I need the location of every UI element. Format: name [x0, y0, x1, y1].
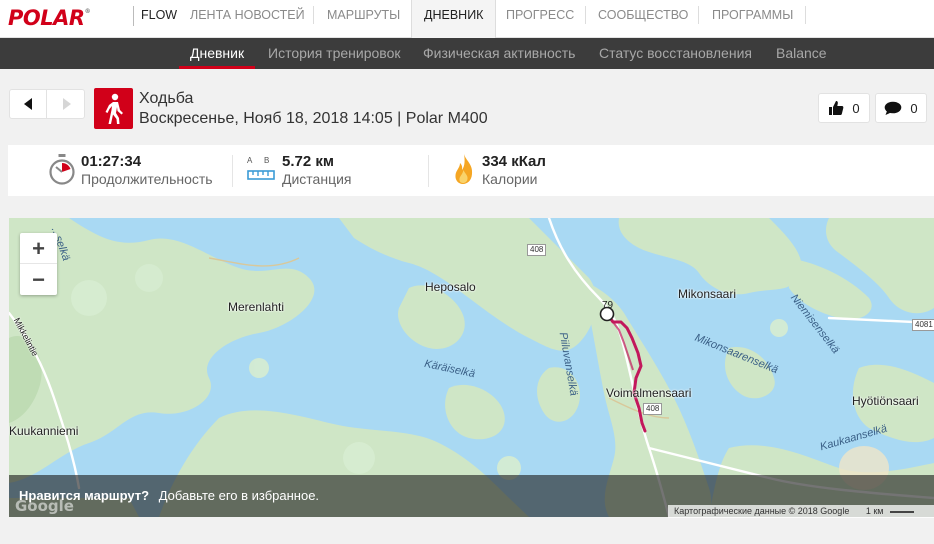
- calories-label: Калории: [482, 171, 538, 187]
- map-zoom-control: + −: [20, 233, 57, 295]
- google-logo: Google: [15, 497, 74, 515]
- distance-value: 5.72 км: [282, 153, 334, 170]
- map-attribution: Картографические данные © 2018 Google 1 …: [668, 505, 934, 518]
- comment-count: 0: [910, 100, 918, 116]
- flow-brand-link[interactable]: FLOW: [141, 0, 177, 38]
- duration-label: Продолжительность: [81, 171, 213, 187]
- nav-divider: [585, 6, 586, 24]
- like-count: 0: [852, 100, 860, 116]
- nav-news-feed[interactable]: ЛЕНТА НОВОСТЕЙ: [190, 0, 305, 38]
- svg-text:79: 79: [602, 300, 614, 311]
- arrow-right-icon: [62, 98, 71, 110]
- nav-diary[interactable]: ДНЕВНИК: [411, 0, 497, 38]
- ruler-icon: A B: [247, 156, 275, 180]
- polar-logo[interactable]: POLAR®: [8, 6, 91, 30]
- session-meta: Воскресенье, Нояб 18, 2018 14:05 | Polar…: [139, 110, 488, 127]
- nav-divider: [313, 6, 314, 24]
- subnav-balance[interactable]: Balance: [776, 38, 827, 69]
- map-label-mikonsaari: Mikonsaari: [678, 287, 737, 301]
- distance-label: Дистанция: [282, 171, 352, 187]
- summary-divider: [428, 155, 429, 187]
- svg-text:A: A: [247, 156, 253, 165]
- sport-name: Ходьба: [139, 90, 194, 107]
- arrow-left-icon: [24, 98, 32, 110]
- nav-progress[interactable]: ПРОГРЕСС: [506, 0, 574, 38]
- subnav-diary[interactable]: Дневник: [179, 38, 256, 69]
- nav-divider: [698, 6, 699, 24]
- nav-divider: [805, 6, 806, 24]
- stopwatch-icon: [49, 154, 75, 185]
- top-navigation: POLAR® FLOW ЛЕНТА НОВОСТЕЙ МАРШРУТЫ ДНЕВ…: [0, 0, 934, 38]
- calories-value: 334 кКал: [482, 153, 546, 170]
- map-label-heposalo: Heposalo: [425, 280, 476, 294]
- diary-sub-navigation: Дневник История тренировок Физическая ак…: [0, 38, 934, 69]
- road-badge-4081: 4081: [912, 319, 934, 331]
- nav-programs[interactable]: ПРОГРАММЫ: [712, 0, 793, 38]
- walking-person-icon: [94, 88, 133, 129]
- comment-button[interactable]: 0: [875, 93, 927, 123]
- flame-icon: [455, 154, 473, 184]
- session-summary: 01:27:34 Продолжительность A B 5.72 км Д…: [8, 145, 934, 196]
- road-badge-408: 408: [643, 403, 663, 415]
- logo-divider: [133, 6, 134, 26]
- previous-session-button[interactable]: [10, 90, 47, 118]
- map-label-voimalmensaari: Voimalmensaari: [606, 386, 692, 400]
- map-label-kuukanniemi: Kuukanniemi: [9, 424, 79, 438]
- next-session-button[interactable]: [48, 90, 85, 118]
- map-label-merenlahti: Merenlahti: [228, 300, 285, 314]
- map-scale-bar: [890, 505, 914, 513]
- road-badge-408: 408: [527, 244, 547, 256]
- map-data-credit[interactable]: Картографические данные © 2018 Google: [674, 506, 849, 516]
- map-label-hyotionsaari: Hyötiönsaari: [852, 394, 919, 408]
- banner-cta[interactable]: Добавьте его в избранное.: [159, 488, 319, 503]
- subnav-activity[interactable]: Физическая активность: [423, 38, 575, 69]
- speech-bubble-icon: [885, 101, 902, 115]
- session-pager: [9, 89, 85, 119]
- subnav-training-history[interactable]: История тренировок: [268, 38, 400, 69]
- duration-value: 01:27:34: [81, 153, 142, 170]
- nav-routes[interactable]: МАРШРУТЫ: [327, 0, 400, 38]
- svg-text:B: B: [264, 156, 269, 165]
- nav-community[interactable]: СООБЩЕСТВО: [598, 0, 688, 38]
- map-scale-label: 1 км: [865, 506, 884, 516]
- summary-divider: [232, 155, 233, 187]
- route-map[interactable]: 79 Merenlahti Heposalo Mikonsaari Voimal…: [9, 218, 934, 517]
- like-button[interactable]: 0: [818, 93, 870, 123]
- thumbs-up-icon: [829, 101, 844, 115]
- subnav-recovery-status[interactable]: Статус восстановления: [599, 38, 752, 69]
- zoom-in-button[interactable]: +: [20, 233, 57, 264]
- zoom-out-button[interactable]: −: [20, 264, 57, 295]
